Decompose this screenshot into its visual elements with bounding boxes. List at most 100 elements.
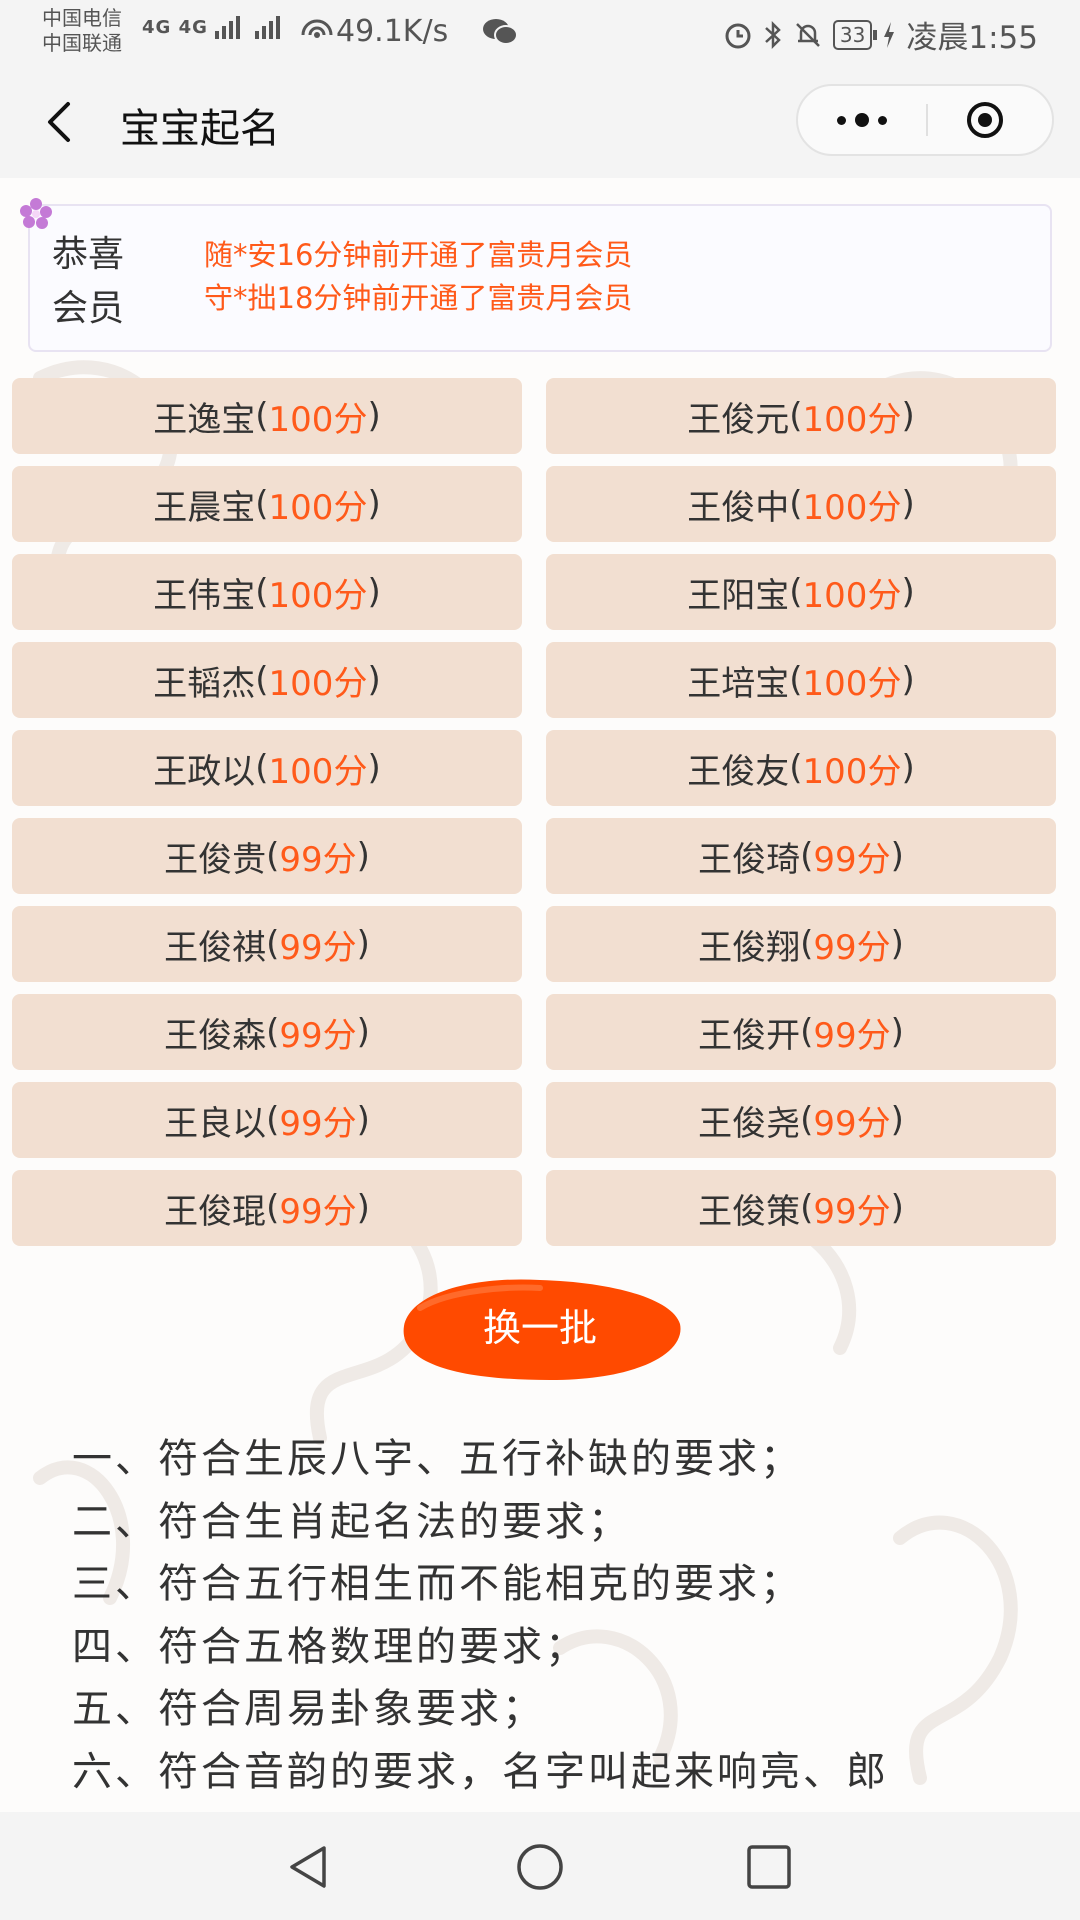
name-score: 100分	[268, 663, 368, 704]
name-text: 王培宝	[687, 663, 790, 704]
name-card[interactable]: 王俊琨(99分)	[12, 1170, 522, 1246]
paren-open: (	[789, 396, 803, 436]
name-card[interactable]: 王俊策(99分)	[546, 1170, 1056, 1246]
paren-close: )	[367, 572, 381, 612]
name-text: 王俊元	[687, 399, 790, 440]
paren-close: )	[890, 1100, 904, 1140]
name-score: 99分	[279, 927, 357, 968]
name-card[interactable]: 王良以(99分)	[12, 1082, 522, 1158]
requirement-item: 一、符合生辰八字、五行补缺的要求；	[72, 1436, 803, 1482]
alarm-icon	[725, 23, 751, 48]
name-text: 王俊中	[687, 487, 790, 528]
paren-close: )	[367, 748, 381, 788]
paren-open: (	[800, 1012, 814, 1052]
name-text: 王韬杰	[153, 663, 256, 704]
refresh-button-label: 换一批	[482, 1306, 597, 1350]
recents-square-icon[interactable]	[744, 1842, 794, 1892]
name-card[interactable]: 王逸宝(100分)	[12, 378, 522, 454]
name-card[interactable]: 王俊中(100分)	[546, 466, 1056, 542]
name-card[interactable]: 王俊森(99分)	[12, 994, 522, 1070]
name-score: 100分	[802, 487, 902, 528]
net-speed: 49.1K/s	[336, 14, 449, 49]
paren-open: (	[789, 572, 803, 612]
paren-close: )	[890, 924, 904, 964]
name-text: 王俊贵	[164, 839, 267, 880]
name-card[interactable]: 王伟宝(100分)	[12, 554, 522, 630]
name-score: 100分	[268, 751, 368, 792]
close-mini-program-icon[interactable]	[966, 101, 1004, 139]
notice-message: 随*安16分钟前开通了富贵月会员	[204, 238, 633, 272]
paren-open: (	[266, 836, 280, 876]
name-card[interactable]: 王培宝(100分)	[546, 642, 1056, 718]
paren-close: )	[890, 1188, 904, 1228]
name-text: 王俊开	[698, 1015, 801, 1056]
name-score: 100分	[268, 399, 368, 440]
paren-close: )	[367, 484, 381, 524]
paren-open: (	[255, 484, 269, 524]
paren-close: )	[901, 484, 915, 524]
paren-close: )	[901, 660, 915, 700]
notice-messages: 随*安16分钟前开通了富贵月会员 守*拙18分钟前开通了富贵月会员	[204, 234, 632, 320]
paren-close: )	[356, 1012, 370, 1052]
paren-open: (	[255, 748, 269, 788]
name-card[interactable]: 王俊贵(99分)	[12, 818, 522, 894]
name-card[interactable]: 王阳宝(100分)	[546, 554, 1056, 630]
name-score: 99分	[279, 839, 357, 880]
paren-close: )	[901, 748, 915, 788]
back-arrow-icon[interactable]	[40, 100, 80, 144]
paren-close: )	[890, 836, 904, 876]
name-card[interactable]: 王俊尧(99分)	[546, 1082, 1056, 1158]
paren-close: )	[901, 572, 915, 612]
name-text: 王逸宝	[153, 399, 256, 440]
name-score: 100分	[802, 663, 902, 704]
back-triangle-icon[interactable]	[284, 1842, 334, 1892]
signal-icon: 4G 4G	[142, 13, 365, 43]
name-text: 王俊尧	[698, 1103, 801, 1144]
requirement-item: 六、符合音韵的要求，名字叫起来响亮、郎	[72, 1748, 889, 1795]
name-score: 99分	[813, 927, 891, 968]
nav-bar: 宝宝起名	[0, 64, 1080, 178]
name-text: 王阳宝	[687, 575, 790, 616]
name-score: 99分	[813, 1191, 891, 1232]
requirement-item: 四、符合五格数理的要求；	[72, 1623, 588, 1670]
name-score: 99分	[813, 1015, 891, 1056]
refresh-batch-button[interactable]: 换一批	[390, 1268, 690, 1388]
more-options-button[interactable]	[798, 86, 926, 154]
paren-open: (	[255, 396, 269, 436]
carrier-names: 中国电信 中国联通	[42, 6, 122, 56]
name-text: 王俊策	[698, 1191, 801, 1232]
paren-open: (	[266, 924, 280, 964]
name-card[interactable]: 王俊翔(99分)	[546, 906, 1056, 982]
name-card[interactable]: 王俊祺(99分)	[12, 906, 522, 982]
name-text: 王俊森	[164, 1015, 267, 1056]
notice-label: 恭喜会员	[52, 234, 125, 329]
signal-label: 4G 4G	[142, 17, 208, 38]
name-text: 王俊琦	[698, 839, 801, 880]
name-score: 100分	[802, 399, 902, 440]
paren-close: )	[367, 396, 381, 436]
name-card[interactable]: 王晨宝(100分)	[12, 466, 522, 542]
paren-open: (	[266, 1012, 280, 1052]
paren-close: )	[356, 836, 370, 876]
system-navigation-bar	[0, 1812, 1080, 1920]
name-card[interactable]: 王政以(100分)	[12, 730, 522, 806]
name-card[interactable]: 王俊琦(99分)	[546, 818, 1056, 894]
name-score: 99分	[279, 1015, 357, 1056]
bluetooth-icon	[765, 20, 781, 49]
main-content: 恭喜会员 随*安16分钟前开通了富贵月会员 守*拙18分钟前开通了富贵月会员 王…	[0, 178, 1080, 1812]
name-card[interactable]: 王俊元(100分)	[546, 378, 1056, 454]
name-card[interactable]: 王韬杰(100分)	[12, 642, 522, 718]
page-title: 宝宝起名	[120, 106, 280, 152]
name-score: 100分	[268, 575, 368, 616]
name-score: 100分	[802, 751, 902, 792]
mini-program-capsule	[796, 84, 1054, 156]
carrier-2: 中国联通	[42, 31, 122, 55]
paren-open: (	[800, 1188, 814, 1228]
home-circle-icon[interactable]	[515, 1842, 565, 1892]
name-card[interactable]: 王俊友(100分)	[546, 730, 1056, 806]
requirement-item: 五、符合周易卦象要求；	[72, 1686, 545, 1732]
name-score: 99分	[279, 1191, 357, 1232]
more-dot-icon	[837, 115, 846, 125]
clock: 凌晨1:55	[906, 20, 1038, 56]
name-card[interactable]: 王俊开(99分)	[546, 994, 1056, 1070]
